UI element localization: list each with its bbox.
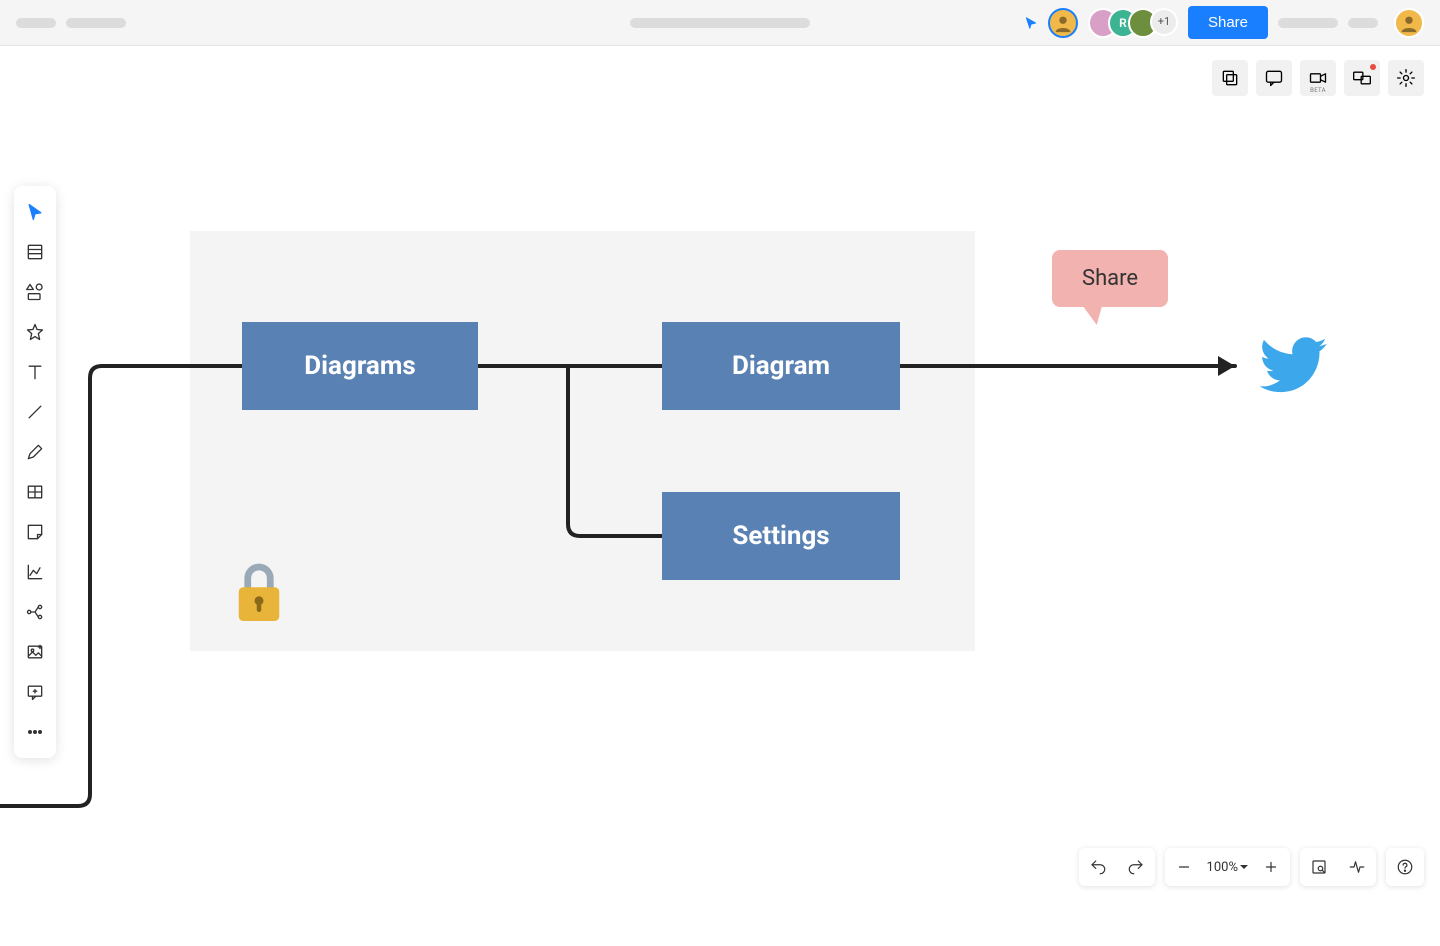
node-diagram[interactable]: Diagram [662, 322, 900, 410]
zoom-value: 100% [1207, 860, 1238, 875]
collaborator-avatars: R +1 [1088, 8, 1178, 38]
menu-placeholder[interactable] [16, 18, 56, 28]
callout-label: Share [1082, 266, 1138, 291]
activity-button[interactable] [1338, 848, 1376, 886]
node-label: Diagram [732, 351, 830, 381]
canvas[interactable]: Diagrams Diagram Settings Share [0, 46, 1440, 900]
minus-icon [1175, 858, 1193, 876]
minimap-icon [1310, 858, 1328, 876]
topbar-placeholder-2[interactable] [1348, 18, 1378, 28]
minimap-button[interactable] [1300, 848, 1338, 886]
view-group [1300, 848, 1376, 886]
topbar-left [16, 18, 126, 28]
zoom-level[interactable]: 100% [1203, 860, 1252, 875]
collaborator-overflow-badge[interactable]: +1 [1150, 8, 1178, 36]
redo-icon [1127, 858, 1145, 876]
activity-icon [1348, 858, 1366, 876]
twitter-icon[interactable] [1258, 330, 1330, 406]
current-user-avatar[interactable] [1048, 8, 1078, 38]
node-label: Diagrams [304, 351, 415, 381]
share-button[interactable]: Share [1188, 6, 1268, 39]
account-avatar[interactable] [1394, 8, 1424, 38]
cursor-indicator-icon [1024, 16, 1038, 30]
topbar-placeholder-1[interactable] [1278, 18, 1338, 28]
redo-button[interactable] [1117, 848, 1155, 886]
node-label: Settings [732, 521, 829, 551]
history-group [1079, 848, 1155, 886]
share-callout[interactable]: Share [1052, 250, 1168, 307]
help-group [1386, 848, 1424, 886]
bottom-toolbar: 100% [1079, 848, 1424, 886]
zoom-out-button[interactable] [1165, 848, 1203, 886]
help-button[interactable] [1386, 848, 1424, 886]
topbar: R +1 Share [0, 0, 1440, 46]
undo-icon [1089, 858, 1107, 876]
plus-icon [1262, 858, 1280, 876]
undo-button[interactable] [1079, 848, 1117, 886]
topbar-center [630, 18, 810, 28]
caret-down-icon [1240, 865, 1248, 873]
help-icon [1396, 858, 1414, 876]
document-title-placeholder[interactable] [630, 18, 810, 28]
lock-icon[interactable] [232, 562, 286, 639]
zoom-in-button[interactable] [1252, 848, 1290, 886]
node-diagrams[interactable]: Diagrams [242, 322, 478, 410]
topbar-right: R +1 Share [1024, 6, 1424, 39]
zoom-group: 100% [1165, 848, 1290, 886]
node-settings[interactable]: Settings [662, 492, 900, 580]
title-placeholder[interactable] [66, 18, 126, 28]
